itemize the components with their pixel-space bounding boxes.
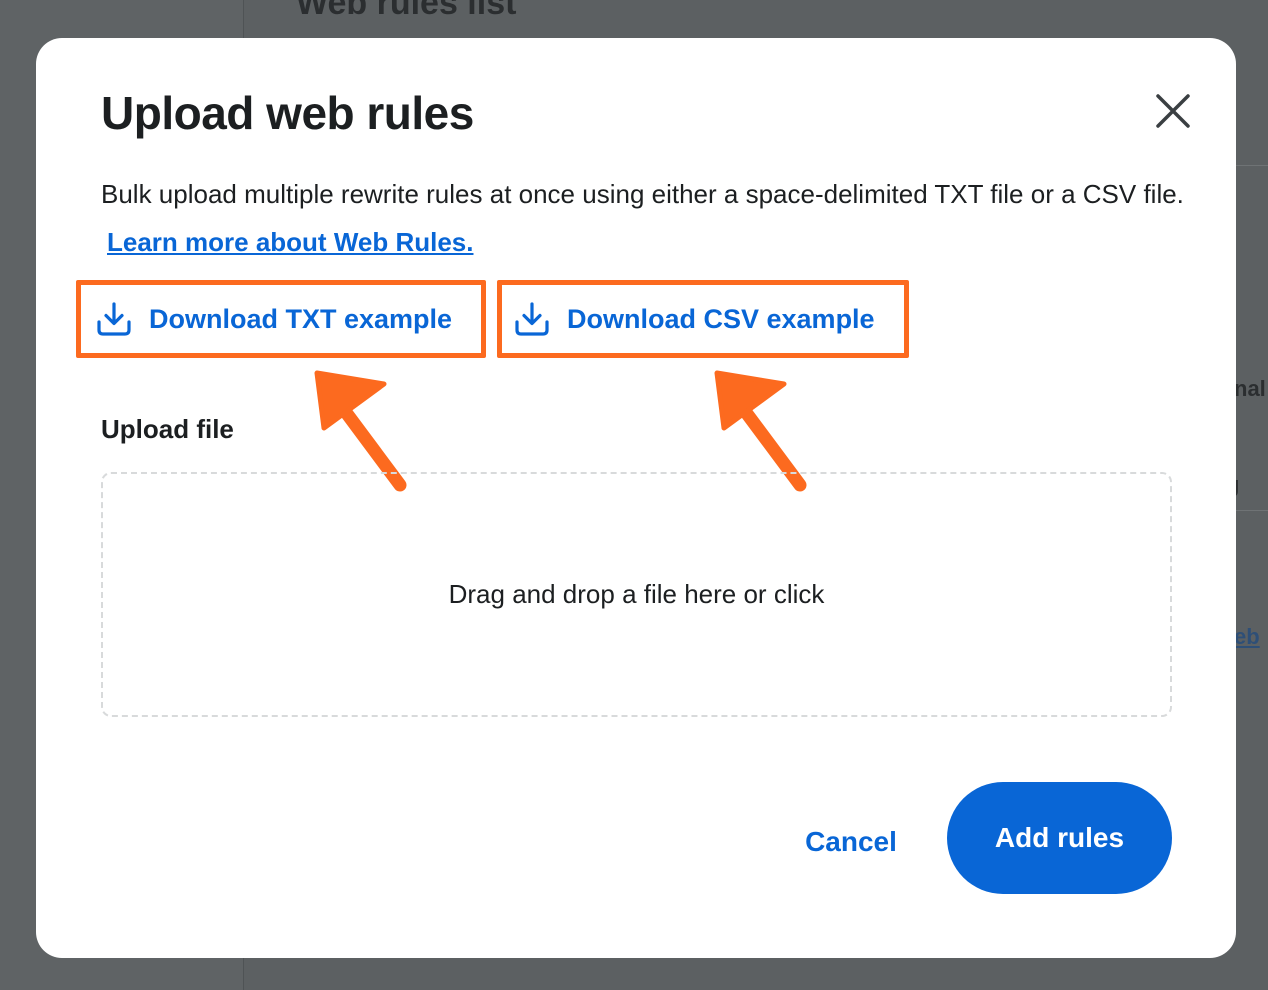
cancel-button[interactable]: Cancel <box>796 820 906 864</box>
download-icon <box>97 302 131 336</box>
download-txt-label: Download TXT example <box>149 303 453 334</box>
learn-more-link[interactable]: Learn more about Web Rules. <box>107 227 473 257</box>
download-csv-label: Download CSV example <box>567 303 875 334</box>
close-icon <box>1156 94 1190 128</box>
modal-title: Upload web rules <box>101 87 474 139</box>
background-page-title: Web rules list <box>296 0 517 22</box>
modal-description: Bulk upload multiple rewrite rules at on… <box>101 170 1191 266</box>
file-dropzone[interactable]: Drag and drop a file here or click <box>101 472 1172 717</box>
description-text: Bulk upload multiple rewrite rules at on… <box>101 179 1184 209</box>
background-text-fragment: nal <box>1234 376 1266 401</box>
background-link-fragment: eb <box>1234 624 1260 649</box>
upload-web-rules-modal: Upload web rules Bulk upload multiple re… <box>36 38 1236 958</box>
upload-file-label: Upload file <box>101 414 234 444</box>
download-txt-example-button[interactable]: Download TXT example <box>76 280 486 358</box>
download-csv-example-button[interactable]: Download CSV example <box>497 280 909 358</box>
add-rules-button[interactable]: Add rules <box>947 782 1172 894</box>
close-button[interactable] <box>1153 91 1193 131</box>
download-icon <box>515 302 549 336</box>
dropzone-text: Drag and drop a file here or click <box>448 579 825 609</box>
